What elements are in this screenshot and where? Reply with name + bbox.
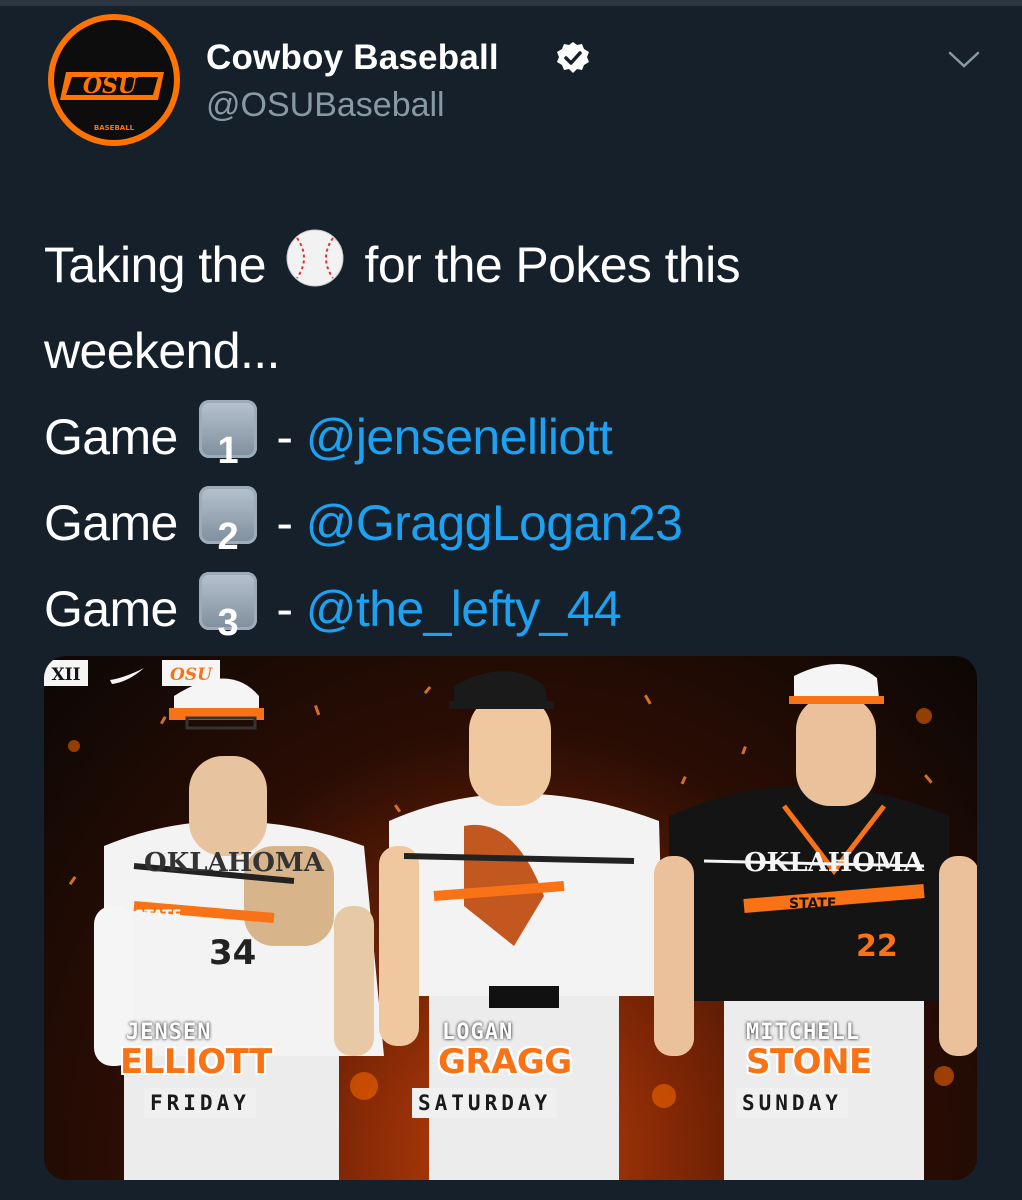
player-1-last-name: ELLIOTT (120, 1042, 272, 1082)
tweet-text-segment: Taking the (44, 237, 267, 293)
keycap-number: 1 (217, 430, 239, 472)
swoosh-icon (110, 668, 144, 684)
mention-link[interactable]: @GraggLogan23 (306, 495, 683, 551)
svg-text:OKLAHOMA: OKLAHOMA (744, 848, 925, 878)
svg-text:STATE: STATE (789, 896, 836, 912)
svg-text:XII: XII (51, 665, 80, 685)
display-name[interactable]: Cowboy Baseball (206, 38, 499, 78)
svg-text:STATE: STATE (134, 908, 181, 924)
mention-link[interactable]: @the_lefty_44 (306, 581, 622, 637)
account-handle[interactable]: @OSUBaseball (206, 86, 445, 125)
tweet-line-1: Taking the for the Pokes this (44, 222, 984, 308)
svg-text:34: 34 (209, 933, 256, 973)
profile-avatar[interactable]: OSU BASEBALL (48, 14, 180, 146)
player-2-last-name: GRAGG (438, 1042, 572, 1082)
mention-link[interactable]: @jensenelliott (306, 409, 613, 465)
game-line: Game 3 - @the_lefty_44 (44, 566, 984, 652)
player-1-day-tag: FRIDAY (144, 1088, 256, 1118)
tweet-text-segment: for the Pokes this (364, 237, 741, 293)
tweet-text-segment: weekend... (44, 323, 280, 379)
game-label: Game (44, 581, 178, 637)
footer-logos: XII OSU (44, 660, 220, 686)
keycap-number: 2 (217, 516, 239, 558)
chevron-down-icon[interactable] (946, 48, 982, 72)
game-label: Game (44, 495, 178, 551)
keycap-number: 3 (217, 602, 239, 644)
osu-logo: OSU BASEBALL (54, 20, 174, 140)
player-2-day-tag: SATURDAY (412, 1088, 558, 1118)
svg-text:BASEBALL: BASEBALL (94, 124, 135, 132)
keycap-2-icon: 2 (199, 486, 258, 558)
keycap-3-icon: 3 (199, 572, 258, 644)
svg-text:OSU: OSU (83, 73, 139, 99)
tweet-text: Taking the for the Pokes this weekend...… (44, 222, 984, 652)
game-line: Game 2 - @GraggLogan23 (44, 480, 984, 566)
top-divider (0, 0, 1022, 6)
game-line: Game 1 - @jensenelliott (44, 394, 984, 480)
player-3-day-tag: SUNDAY (736, 1088, 848, 1118)
verified-badge-icon (557, 42, 589, 73)
player-3-last-name: STONE (746, 1042, 872, 1082)
baseball-emoji-icon (286, 229, 344, 287)
tweet-media-image[interactable]: 34 22 OKLAHOMA OKLAHOMA STATE STATE JENS… (44, 656, 977, 1180)
tweet-line-2: weekend... (44, 308, 984, 394)
separator: - (276, 495, 293, 551)
svg-text:22: 22 (856, 929, 898, 964)
separator: - (276, 409, 293, 465)
keycap-1-icon: 1 (199, 400, 258, 472)
svg-text:OKLAHOMA: OKLAHOMA (144, 848, 325, 878)
svg-text:OSU: OSU (170, 665, 213, 685)
separator: - (276, 581, 293, 637)
game-label: Game (44, 409, 178, 465)
